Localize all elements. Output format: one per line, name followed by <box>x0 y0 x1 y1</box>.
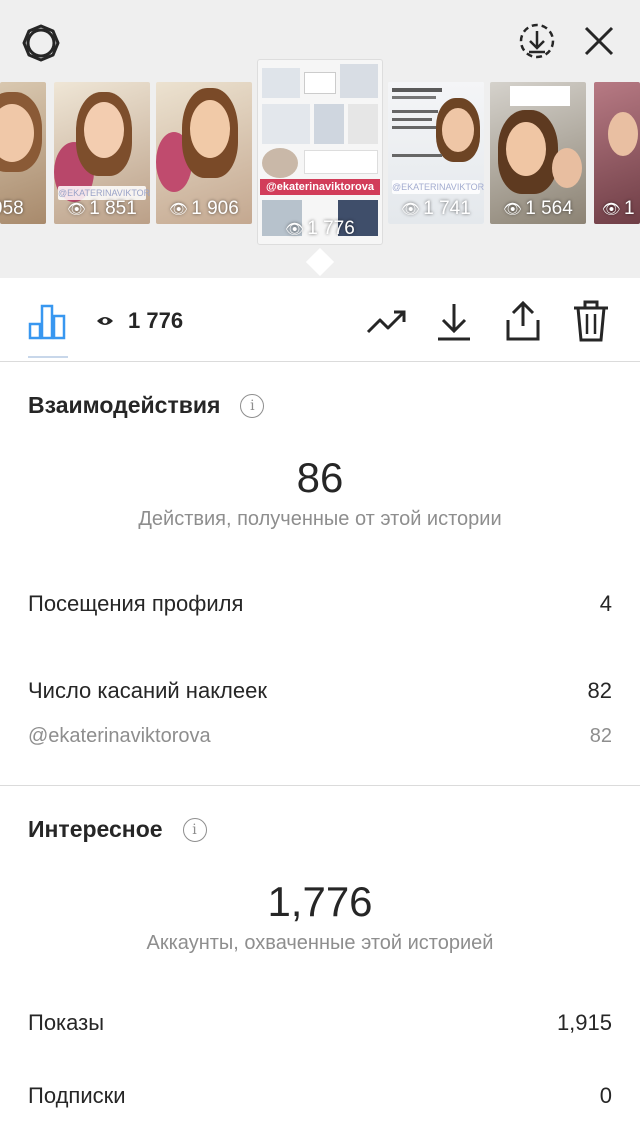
trending-up-icon <box>366 310 406 334</box>
download-circle-icon <box>519 23 555 59</box>
gear-icon <box>22 24 60 62</box>
metric-label: Показы <box>28 1010 105 1035</box>
close-icon <box>584 26 614 56</box>
interactions-total: 86 <box>296 454 344 501</box>
section-title: Взаимодействия <box>28 392 221 418</box>
view-count: 958 <box>0 198 24 219</box>
story-thumbnail[interactable]: 958 <box>0 82 46 224</box>
view-count: 👁 1 741 <box>401 198 471 219</box>
story-thumbnail[interactable]: 👁 1 906 <box>156 82 252 224</box>
view-count: 👁 1 851 <box>67 198 137 219</box>
section-divider <box>0 785 640 786</box>
active-tab-indicator <box>28 356 68 358</box>
view-count: 👁 1 776 <box>285 218 355 239</box>
story-thumbnails[interactable]: 958 @EKATERINAVIKTOROVA 👁1 851 👁1 906 <box>0 60 640 277</box>
info-icon[interactable]: i <box>182 817 207 842</box>
story-strip-area: 958 @EKATERINAVIKTOROVA 👁1 851 👁1 906 <box>0 0 640 278</box>
bar-chart-icon <box>28 304 66 340</box>
selected-pointer <box>305 247 335 277</box>
story-thumbnail[interactable]: @EKATERINAVIKTOROVA 👁1 741 <box>388 82 484 224</box>
save-story-button[interactable] <box>516 20 558 62</box>
metric-value: 82 <box>587 678 612 703</box>
sticker-handle: @ekaterinaviktorova <box>28 725 211 747</box>
sticker-handle-value: 82 <box>589 725 612 747</box>
metric-value: 4 <box>599 591 612 616</box>
discovery-section: Интересное i <box>28 816 207 843</box>
promote-button[interactable] <box>366 308 410 341</box>
story-thumbnail[interactable]: 👁 1 <box>594 82 640 224</box>
impressions-row: Показы 1,915 <box>28 1010 612 1036</box>
profile-visits-row: Посещения профиля 4 <box>28 591 612 617</box>
trash-icon <box>574 300 608 342</box>
settings-button[interactable] <box>18 20 64 66</box>
delete-button[interactable] <box>572 300 610 347</box>
story-thumbnail-selected[interactable]: @ekaterinaviktorova 👁 1 776 <box>258 60 382 244</box>
download-button[interactable] <box>436 302 472 347</box>
share-button[interactable] <box>504 300 542 347</box>
metric-label: Подписки <box>28 1083 126 1108</box>
share-icon <box>506 300 540 341</box>
view-count: 👁 1 <box>602 198 635 219</box>
view-count: 👁 1 906 <box>169 198 239 219</box>
info-icon[interactable]: i <box>240 393 265 418</box>
mention-sticker: @ekaterinaviktorova <box>260 179 380 195</box>
sticker-taps-row: Число касаний наклеек 82 <box>28 678 612 704</box>
sticker-handle-row: @ekaterinaviktorova 82 <box>28 725 612 748</box>
discovery-total-label: Аккаунты, охваченные этой историей <box>146 932 494 954</box>
interactions-total-label: Действия, полученные от этой истории <box>138 508 502 530</box>
story-thumbnail[interactable]: 👁 1 564 <box>490 82 586 224</box>
section-title: Интересное <box>28 816 163 842</box>
metric-value: 1,915 <box>556 1010 612 1035</box>
metric-value: 0 <box>599 1083 612 1108</box>
metric-label: Посещения профиля <box>28 591 244 616</box>
views-value: 1 776 <box>128 308 184 333</box>
story-thumbnail[interactable]: @EKATERINAVIKTOROVA 👁1 851 <box>54 82 150 224</box>
interactions-section: Взаимодействия i <box>28 392 265 419</box>
discovery-total: 1,776 <box>267 878 373 925</box>
view-count-summary: 1 776 <box>96 308 183 334</box>
story-action-bar: 1 776 <box>0 278 640 362</box>
follows-row: Подписки 0 <box>28 1083 612 1109</box>
close-button[interactable] <box>580 22 618 60</box>
view-count: 👁 1 564 <box>503 198 573 219</box>
insights-tab[interactable] <box>28 304 68 345</box>
mention-sticker: @EKATERINAVIKTOROVA <box>392 180 484 194</box>
metric-label: Число касаний наклеек <box>28 678 267 703</box>
eye-icon <box>97 317 113 325</box>
download-icon <box>438 304 470 341</box>
